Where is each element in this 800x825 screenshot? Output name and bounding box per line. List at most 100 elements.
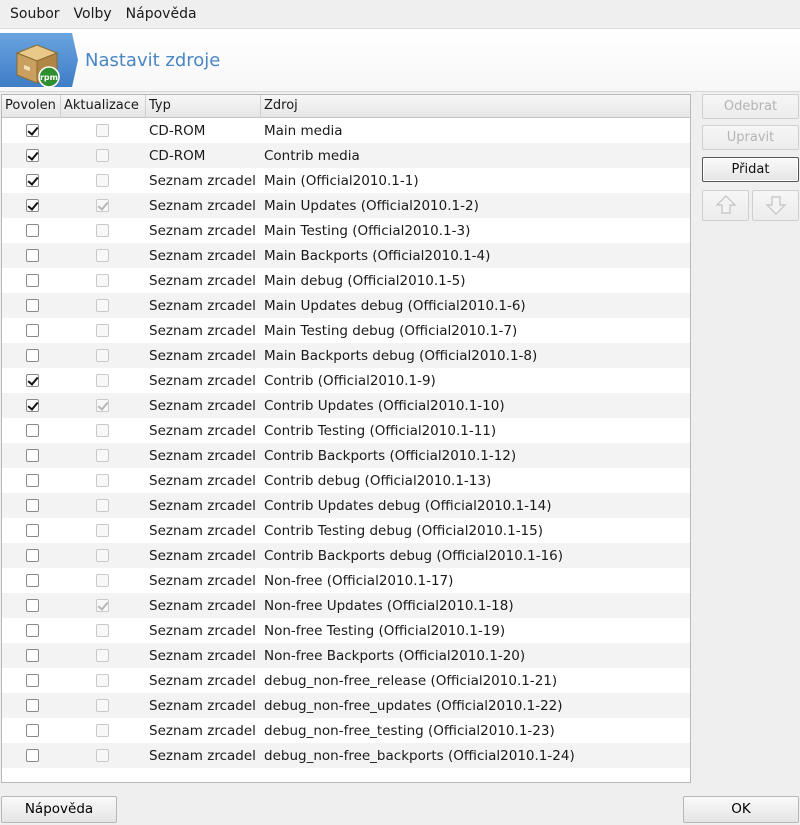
enabled-checkbox[interactable] bbox=[26, 724, 39, 737]
enabled-checkbox[interactable] bbox=[26, 749, 39, 762]
enabled-checkbox[interactable] bbox=[26, 549, 39, 562]
enabled-checkbox[interactable] bbox=[26, 449, 39, 462]
column-header-type[interactable]: Typ bbox=[146, 95, 261, 118]
enabled-checkbox[interactable] bbox=[26, 674, 39, 687]
table-row[interactable]: Seznam zrcadel Contrib Backports (Officia… bbox=[2, 443, 690, 468]
enabled-checkbox[interactable] bbox=[26, 124, 39, 137]
move-up-button[interactable] bbox=[702, 190, 749, 221]
table-row[interactable]: Seznam zrcadel debug_non-free_updates (Of… bbox=[2, 693, 690, 718]
ok-button[interactable]: OK bbox=[683, 796, 799, 823]
table-row[interactable]: Seznam zrcadel Main Updates debug (Offici… bbox=[2, 293, 690, 318]
enabled-checkbox[interactable] bbox=[26, 174, 39, 187]
table-row[interactable]: Seznam zrcadel Main Updates (Official2010… bbox=[2, 193, 690, 218]
table-row[interactable]: Seznam zrcadel Main Backports (Official20… bbox=[2, 243, 690, 268]
update-checkbox[interactable] bbox=[96, 174, 109, 187]
update-checkbox[interactable] bbox=[96, 524, 109, 537]
enabled-checkbox[interactable] bbox=[26, 399, 39, 412]
enabled-checkbox[interactable] bbox=[26, 574, 39, 587]
update-checkbox[interactable] bbox=[96, 274, 109, 287]
table-row[interactable]: Seznam zrcadel Non-free Updates (Official… bbox=[2, 593, 690, 618]
update-checkbox[interactable] bbox=[96, 249, 109, 262]
enabled-checkbox[interactable] bbox=[26, 324, 39, 337]
update-checkbox[interactable] bbox=[96, 224, 109, 237]
table-row[interactable]: Seznam zrcadel Non-free Backports (Offici… bbox=[2, 643, 690, 668]
update-checkbox[interactable] bbox=[96, 124, 109, 137]
enabled-checkbox[interactable] bbox=[26, 524, 39, 537]
enabled-checkbox[interactable] bbox=[26, 499, 39, 512]
update-checkbox[interactable] bbox=[96, 649, 109, 662]
table-row[interactable]: Seznam zrcadel Main Testing debug (Offici… bbox=[2, 318, 690, 343]
table-row[interactable]: Seznam zrcadel Contrib Testing debug (Off… bbox=[2, 518, 690, 543]
menu-options[interactable]: Volby bbox=[67, 0, 119, 29]
source-cell: Contrib debug (Official2010.1-13) bbox=[264, 472, 492, 489]
enabled-checkbox[interactable] bbox=[26, 624, 39, 637]
table-row[interactable]: Seznam zrcadel debug_non-free_testing (Of… bbox=[2, 718, 690, 743]
enabled-cell bbox=[2, 618, 61, 643]
enabled-checkbox[interactable] bbox=[26, 149, 39, 162]
table-row[interactable]: Seznam zrcadel Main (Official2010.1-1) bbox=[2, 168, 690, 193]
update-checkbox[interactable] bbox=[96, 749, 109, 762]
table-row[interactable]: Seznam zrcadel debug_non-free_release (Of… bbox=[2, 668, 690, 693]
update-checkbox[interactable] bbox=[96, 349, 109, 362]
update-checkbox[interactable] bbox=[96, 724, 109, 737]
help-button[interactable]: Nápověda bbox=[1, 796, 117, 823]
enabled-checkbox[interactable] bbox=[26, 274, 39, 287]
column-header-update[interactable]: Aktualizace bbox=[61, 95, 146, 118]
table-row[interactable]: Seznam zrcadel Contrib Testing (Official2… bbox=[2, 418, 690, 443]
update-checkbox[interactable] bbox=[96, 424, 109, 437]
table-row[interactable]: Seznam zrcadel Non-free (Official2010.1-1… bbox=[2, 568, 690, 593]
menu-help[interactable]: Nápověda bbox=[119, 0, 204, 29]
type-cell: Seznam zrcadel bbox=[149, 447, 256, 464]
enabled-checkbox[interactable] bbox=[26, 649, 39, 662]
table-row[interactable]: Seznam zrcadel Contrib Backports debug (O… bbox=[2, 543, 690, 568]
update-checkbox[interactable] bbox=[96, 399, 109, 412]
update-checkbox[interactable] bbox=[96, 574, 109, 587]
update-checkbox[interactable] bbox=[96, 624, 109, 637]
update-checkbox[interactable] bbox=[96, 549, 109, 562]
enabled-checkbox[interactable] bbox=[26, 474, 39, 487]
update-checkbox[interactable] bbox=[96, 324, 109, 337]
update-checkbox[interactable] bbox=[96, 199, 109, 212]
column-header-source[interactable]: Zdroj bbox=[261, 95, 690, 118]
move-down-button[interactable] bbox=[752, 190, 799, 221]
update-checkbox[interactable] bbox=[96, 149, 109, 162]
enabled-checkbox[interactable] bbox=[26, 699, 39, 712]
enabled-checkbox[interactable] bbox=[26, 374, 39, 387]
arrow-down-icon bbox=[765, 196, 786, 215]
table-row[interactable]: Seznam zrcadel Main debug (Official2010.1… bbox=[2, 268, 690, 293]
enabled-checkbox[interactable] bbox=[26, 424, 39, 437]
enabled-checkbox[interactable] bbox=[26, 349, 39, 362]
table-row[interactable]: Seznam zrcadel Main Testing (Official2010… bbox=[2, 218, 690, 243]
update-checkbox[interactable] bbox=[96, 499, 109, 512]
update-checkbox[interactable] bbox=[96, 599, 109, 612]
update-checkbox[interactable] bbox=[96, 474, 109, 487]
enabled-checkbox[interactable] bbox=[26, 249, 39, 262]
table-row[interactable]: Seznam zrcadel Contrib debug (Official201… bbox=[2, 468, 690, 493]
enabled-checkbox[interactable] bbox=[26, 199, 39, 212]
table-row[interactable]: CD-ROM Contrib media bbox=[2, 143, 690, 168]
table-row[interactable]: Seznam zrcadel Contrib Updates (Official2… bbox=[2, 393, 690, 418]
enabled-checkbox[interactable] bbox=[26, 224, 39, 237]
enabled-checkbox[interactable] bbox=[26, 599, 39, 612]
table-row[interactable]: Seznam zrcadel Non-free Testing (Official… bbox=[2, 618, 690, 643]
table-row[interactable]: Seznam zrcadel debug_non-free_backports (… bbox=[2, 743, 690, 768]
table-row[interactable]: Seznam zrcadel Contrib Updates debug (Off… bbox=[2, 493, 690, 518]
update-checkbox[interactable] bbox=[96, 449, 109, 462]
table-row[interactable]: CD-ROM Main media bbox=[2, 118, 690, 143]
enabled-checkbox[interactable] bbox=[26, 299, 39, 312]
update-checkbox[interactable] bbox=[96, 299, 109, 312]
menu-file[interactable]: Soubor bbox=[3, 0, 67, 29]
type-cell: Seznam zrcadel bbox=[149, 347, 256, 364]
edit-button[interactable]: Upravit bbox=[702, 125, 799, 150]
update-cell bbox=[61, 418, 146, 443]
remove-button[interactable]: Odebrat bbox=[702, 94, 799, 119]
update-checkbox[interactable] bbox=[96, 674, 109, 687]
column-header-enabled[interactable]: Povolen bbox=[2, 95, 61, 118]
update-checkbox[interactable] bbox=[96, 699, 109, 712]
table-row[interactable]: Seznam zrcadel Contrib (Official2010.1-9) bbox=[2, 368, 690, 393]
update-checkbox[interactable] bbox=[96, 374, 109, 387]
add-button[interactable]: Přidat bbox=[702, 157, 799, 182]
source-cell: debug_non-free_testing (Official2010.1-2… bbox=[264, 722, 555, 739]
media-source-list[interactable]: Povolen Aktualizace Typ Zdroj CD-ROM Main… bbox=[1, 94, 691, 783]
table-row[interactable]: Seznam zrcadel Main Backports debug (Offi… bbox=[2, 343, 690, 368]
